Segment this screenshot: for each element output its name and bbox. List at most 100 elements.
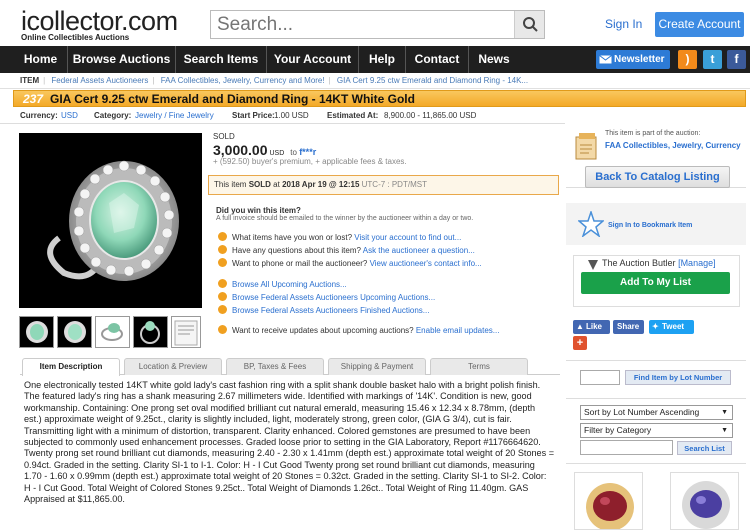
thumbnail[interactable] [95,316,130,348]
search-button[interactable] [514,11,544,38]
buyers-premium: + (592.50) buyer's premium, + applicable… [213,157,407,166]
search-list-button[interactable]: Search List [677,441,732,455]
google-plus-button[interactable]: + [573,336,587,350]
thumbnail[interactable] [171,316,201,348]
tweet-button[interactable]: ✦ Tweet [649,320,694,334]
nav-your-account[interactable]: Your Account [267,46,359,73]
signin-link[interactable]: Sign In [605,17,642,31]
browse-all-link[interactable]: Browse All Upcoming Auctions... [232,280,347,289]
header: icollector.com Online Collectibles Aucti… [0,0,750,46]
related-item-thumbnail[interactable] [670,472,739,530]
lot-number-input[interactable] [580,370,620,385]
envelope-icon [599,55,612,64]
sold-word: SOLD [248,180,271,189]
bookmark-link[interactable]: Sign In to Bookmark Item [608,222,692,229]
nav-news[interactable]: News [469,46,519,73]
price-currency: USD [269,150,285,157]
category-label: Category: [94,111,132,120]
newsletter-button[interactable]: Newsletter [596,50,670,69]
star-icon [578,211,604,237]
facebook-share-button[interactable]: Share [613,320,644,334]
sold-info-box: This item SOLD at 2018 Apr 19 @ 12:15 UT… [208,175,559,195]
main-item-image[interactable] [19,133,202,308]
ask-question-link[interactable]: Ask the auctioneer a question... [363,246,475,255]
nav-help[interactable]: Help [359,46,406,73]
currency-value[interactable]: USD [61,108,78,124]
link-row: Have any questions about this item? Ask … [218,245,475,255]
link-row: What items have you won or lost? Visit y… [218,232,461,242]
thumbnail[interactable] [57,316,92,348]
item-description: One electronically tested 14KT white gol… [24,380,554,505]
category-filter-select[interactable]: Filter by Category ▼ [580,423,733,438]
back-to-catalog-button[interactable]: Back To Catalog Listing [585,166,730,188]
bullet-icon [218,325,227,334]
add-to-list-button[interactable]: Add To My List [581,272,730,294]
ring-thumb [64,321,86,343]
buyer-name[interactable]: f***r [299,147,316,157]
ring-thumb [26,321,48,343]
tab-location-preview[interactable]: Location & Preview [124,358,222,375]
account-link[interactable]: Visit your account to find out... [354,233,461,242]
twitter-bird-icon: ✦ [652,322,659,331]
breadcrumb-item[interactable]: FAA Collectibles, Jewelry, Currency and … [161,76,325,85]
contact-info-link[interactable]: View auctioneer's contact info... [370,259,482,268]
win-info: A full invoice should be emailed to the … [216,215,474,222]
breadcrumb-item[interactable]: Federal Assets Auctioneers [51,76,148,85]
find-by-lot-button[interactable]: Find Item by Lot Number [625,370,731,385]
search-box [210,10,545,39]
sold-at: at [273,180,280,189]
start-price-value: 1.00 USD [274,111,309,120]
nav-browse-auctions[interactable]: Browse Auctions [68,46,176,73]
tab-bp-taxes-fees[interactable]: BP, Taxes & Fees [226,358,324,375]
thumbnail[interactable] [133,316,168,348]
sort-select[interactable]: Sort by Lot Number Ascending ▼ [580,405,733,420]
link-row-text: Want to receive updates about upcoming a… [232,326,414,335]
ring-image [47,160,179,281]
auction-link[interactable]: FAA Collectibles, Jewelry, Currency [605,141,741,150]
lot-title-bar: 237 GIA Cert 9.25 ctw Emerald and Diamon… [13,90,746,107]
link-row: Want to receive updates about upcoming a… [218,325,499,335]
facebook-icon[interactable]: f [727,50,746,69]
bullet-icon [218,279,227,288]
breadcrumb-label: ITEM [20,76,40,85]
link-row-text: Want to phone or mail the auctioneer? [232,259,368,268]
auction-part-of: This item is part of the auction: [605,130,701,137]
browse-upcoming-link[interactable]: Browse Federal Assets Auctioneers Upcomi… [232,293,435,302]
create-account-button[interactable]: Create Account [655,12,744,37]
link-row: Want to phone or mail the auctioneer? Vi… [218,258,482,268]
facebook-like-button[interactable]: ▲ Like [573,320,610,334]
certificate-thumb [174,320,198,346]
thumbnail[interactable] [19,316,54,348]
estimate-value: 8,900.00 - 11,865.00 USD [384,111,477,120]
page-title: GIA Cert 9.25 ctw Emerald and Diamond Ri… [50,92,415,106]
search-list-input[interactable] [580,440,673,455]
category-value[interactable]: Jewelry / Fine Jewelry [135,108,214,124]
tanzanite-ring-image [682,481,730,529]
bullet-icon [218,292,227,301]
tab-terms[interactable]: Terms [430,358,528,375]
tab-shipping-payment[interactable]: Shipping & Payment [328,358,426,375]
site-logo[interactable]: icollector.com Online Collectibles Aucti… [21,8,178,43]
breadcrumb-item[interactable]: GIA Cert 9.25 ctw Emerald and Diamond Ri… [337,76,528,85]
start-price-label: Start Price: [232,111,275,120]
search-input[interactable] [211,11,511,38]
twitter-icon[interactable]: t [703,50,722,69]
nav-home[interactable]: Home [14,46,68,73]
chevron-down-icon: ▼ [721,409,728,416]
nav-contact[interactable]: Contact [406,46,469,73]
related-item-thumbnail[interactable] [574,472,643,530]
to-label: to [290,148,297,157]
bullet-icon [218,258,227,267]
nav-search-items[interactable]: Search Items [176,46,267,73]
email-updates-link[interactable]: Enable email updates... [416,326,500,335]
filter-select-value: Filter by Category [584,425,652,435]
butler-manage-link[interactable]: [Manage] [678,258,716,268]
main-nav: Home Browse Auctions Search Items Your A… [0,46,750,73]
browse-finished-link[interactable]: Browse Federal Assets Auctioneers Finish… [232,306,429,315]
lot-number: 237 [23,92,44,106]
win-question: Did you win this item? [216,206,301,215]
catalog-icon [575,133,597,160]
rss-icon[interactable]: ) [678,50,697,69]
tab-item-description[interactable]: Item Description [22,358,120,376]
bookmark-box: Sign In to Bookmark Item [566,203,746,245]
